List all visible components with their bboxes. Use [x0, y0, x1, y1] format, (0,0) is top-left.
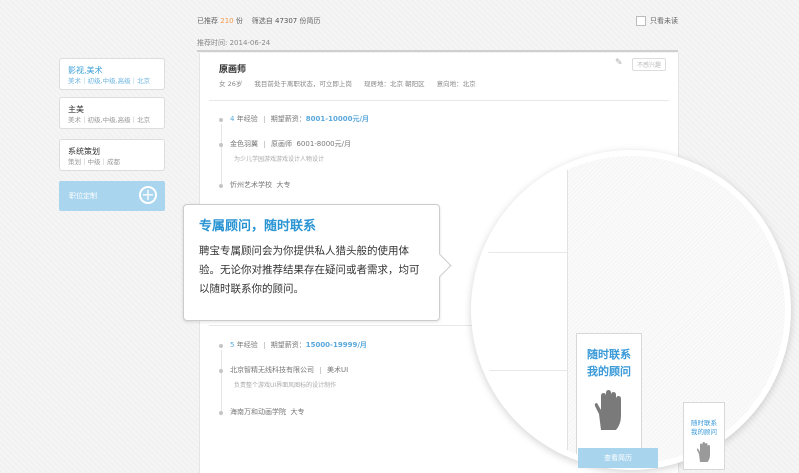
magnified-content [477, 156, 567, 464]
meta-gender-age: 女 26岁 [219, 80, 243, 88]
divider [477, 370, 567, 371]
position: 原画师 [271, 140, 292, 148]
contact-advisor-card[interactable]: 随时联系 我的顾问 [576, 333, 642, 463]
experience-row: 5 年经验 期望薪资：15000-19999/月 [230, 340, 367, 350]
recommend-time: 推荐时间: 2014-06-24 [197, 39, 271, 47]
school: 忻州艺术学校 [230, 181, 272, 189]
unread-label: 只看未读 [650, 17, 678, 25]
timeline-line [221, 124, 222, 188]
school: 海南万和动画学院 [230, 408, 286, 416]
meta-intended-location: 意向地：北京 [436, 80, 476, 88]
magnifier-lens: 随时联系 我的顾问 [471, 150, 791, 470]
work-row: 金色羽翼 原画师 6001-8000元/月 [230, 139, 351, 149]
salary-label: 期望薪资： [270, 115, 306, 123]
sidebar-item-title: 主美 [68, 105, 84, 114]
contact-line1: 随时联系 [587, 348, 631, 361]
tooltip-title: 专属顾问，随时联系 [199, 219, 317, 234]
custom-job-label: 职位定制 [69, 192, 97, 200]
contact-line1: 随时联系 [691, 419, 717, 427]
exp-label: 年经验 [236, 115, 258, 123]
divider [209, 100, 669, 101]
sidebar-item-film-art[interactable]: 影视,美术 美术｜初级,中级,高级｜北京 [59, 58, 165, 90]
plus-icon: + [139, 186, 157, 204]
screened-unit: 份简历 [299, 17, 321, 25]
hand-icon [594, 390, 621, 430]
position: 美术UI [327, 366, 349, 374]
resume-title[interactable]: 原画师 [219, 62, 246, 75]
work-description: 负责整个游戏UI界面风图标的设计制作 [234, 382, 337, 389]
exp-years: 4 [230, 115, 235, 123]
education-row: 海南万和动画学院 大专 [230, 407, 304, 417]
recommended-unit: 份 [235, 17, 243, 25]
company: 北京智精无线科技有限公司 [230, 366, 314, 374]
timeline-bullet [219, 369, 223, 373]
timeline-line [221, 350, 222, 414]
unread-only-toggle[interactable]: 只看未读 [636, 16, 678, 26]
exp-years: 5 [230, 341, 235, 349]
advisor-tooltip: 专属顾问，随时联系 聘宝专属顾问会为你提供私人猎头般的使用体验。无论你对推荐结果… [183, 204, 452, 321]
position-salary: 6001-8000元/月 [296, 140, 351, 148]
company: 金色羽翼 [230, 140, 258, 148]
sidebar-item-title: 系统策划 [68, 147, 100, 156]
experience-row: 4 年经验 期望薪资：8001-10000元/月 [230, 114, 369, 124]
custom-job-button[interactable]: 职位定制 + [59, 181, 165, 211]
degree: 大专 [290, 408, 305, 416]
work-row: 北京智精无线科技有限公司 美术UI [230, 365, 348, 375]
work-description: 为少儿学园游戏游戏设计人物设计 [234, 156, 325, 163]
tooltip-body: 聘宝专属顾问会为你提供私人猎头般的使用体验。无论你对推荐结果存在疑问或者需求，均… [199, 245, 420, 295]
salary-label: 期望薪资： [270, 341, 306, 349]
checkbox[interactable] [636, 16, 646, 26]
sidebar-item-lead-artist[interactable]: 主美 美术｜初级,中级,高级｜北京 [59, 97, 165, 129]
timeline-bullet [219, 143, 223, 147]
timeline-bullet [219, 411, 223, 415]
meta-location: 现居地：北京 朝阳区 [364, 80, 425, 88]
contact-advisor-mini[interactable]: 随时联系 我的顾问 [683, 402, 725, 470]
screened-label: 筛选自 [251, 17, 273, 25]
contact-line2: 我的顾问 [691, 428, 717, 436]
timeline-bullet [219, 118, 223, 122]
sidebar-item-sub: 美术｜初级,中级,高级｜北京 [68, 116, 151, 124]
stats-bar: 已推荐 210 份 筛选自 47307 份简历 [197, 16, 321, 26]
hand-icon [696, 442, 710, 462]
screened-count: 47307 [274, 17, 298, 25]
education-row: 忻州艺术学校 大专 [230, 180, 290, 190]
degree: 大专 [276, 181, 291, 189]
sidebar-item-sub: 美术｜初级,中级,高级｜北京 [68, 77, 151, 85]
tag-icon[interactable]: ✎ [615, 58, 625, 68]
recommended-count: 210 [220, 17, 234, 25]
divider [197, 50, 678, 52]
resume-meta: 女 26岁 我目前处于离职状态，可立即上岗 现居地：北京 朝阳区 意向地：北京 [219, 78, 486, 88]
sidebar-item-sub: 策划｜中级｜成都 [68, 158, 120, 166]
timeline-bullet [219, 344, 223, 348]
sidebar-item-system-planning[interactable]: 系统策划 策划｜中级｜成都 [59, 139, 165, 171]
expected-salary: 8001-10000元/月 [305, 115, 370, 123]
expected-salary: 15000-19999/月 [305, 341, 367, 349]
divider [477, 252, 567, 253]
timeline-bullet [219, 184, 223, 188]
contact-line2: 我的顾问 [587, 365, 631, 378]
exp-label: 年经验 [236, 341, 258, 349]
meta-status: 我目前处于离职状态，可立即上岗 [254, 80, 352, 88]
sidebar-item-title: 影视,美术 [68, 66, 103, 75]
view-resume-button[interactable]: 查看简历 [578, 448, 658, 468]
recommended-label: 已推荐 [197, 17, 218, 25]
disinterest-button[interactable]: 不感兴趣 [632, 58, 667, 71]
